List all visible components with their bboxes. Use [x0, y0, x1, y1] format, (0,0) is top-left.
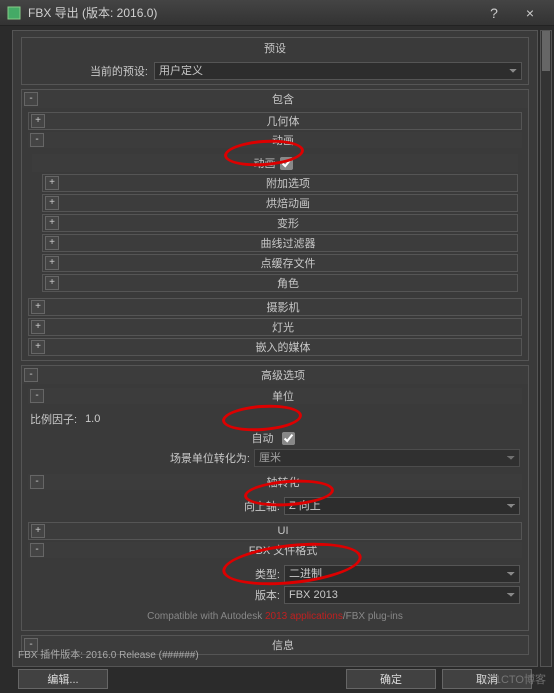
character-expander[interactable]: +: [45, 276, 59, 290]
upaxis-label: 向上轴:: [30, 498, 280, 514]
advanced-expander[interactable]: -: [24, 368, 38, 382]
ok-button[interactable]: 确定: [346, 669, 436, 689]
scale-row: 比例因子: 1.0: [30, 411, 520, 427]
bake-expander[interactable]: +: [45, 196, 59, 210]
auto-label: 自动: [252, 430, 274, 446]
include-expander[interactable]: -: [24, 92, 38, 106]
ui-expander[interactable]: +: [31, 524, 45, 538]
axis-expander[interactable]: -: [30, 475, 44, 489]
light-expander[interactable]: +: [31, 320, 45, 334]
app-icon: [6, 5, 22, 21]
axis-header: 轴转化: [44, 474, 522, 490]
version-select[interactable]: FBX 2013: [284, 586, 520, 604]
extra-header: 附加选项: [59, 175, 517, 191]
help-button[interactable]: ?: [476, 5, 512, 21]
media-header: 嵌入的媒体: [45, 339, 521, 355]
upaxis-select[interactable]: Z 向上: [284, 497, 520, 515]
ui-header: UI: [45, 525, 521, 537]
character-header: 角色: [59, 275, 517, 291]
window-title: FBX 导出 (版本: 2016.0): [28, 4, 476, 21]
animation-row: 动画: [32, 154, 518, 172]
filters-expander[interactable]: +: [45, 236, 59, 250]
preset-select[interactable]: 用户定义: [154, 62, 522, 80]
animation-expander[interactable]: -: [30, 133, 44, 147]
extra-expander[interactable]: +: [45, 176, 59, 190]
camera-expander[interactable]: +: [31, 300, 45, 314]
animation-checkbox[interactable]: [280, 157, 293, 170]
footer-bar: 编辑... 确定 取消: [12, 667, 538, 691]
scene-convert-label: 场景单位转化为:: [30, 450, 250, 466]
version-label: 版本:: [30, 587, 280, 603]
plugin-version-text: FBX 插件版本: 2016.0 Release (######): [18, 646, 199, 661]
scale-label: 比例因子:: [30, 411, 77, 427]
advanced-title: 高级选项: [38, 367, 528, 383]
bake-header: 烘焙动画: [59, 195, 517, 211]
geometry-expander[interactable]: +: [31, 114, 45, 128]
type-label: 类型:: [30, 566, 280, 582]
cache-header: 点缓存文件: [59, 255, 517, 271]
watermark-text: ©51CTO博客: [481, 671, 546, 687]
preset-group-title: 预设: [22, 38, 528, 58]
type-select[interactable]: 二进制: [284, 565, 520, 583]
cache-expander[interactable]: +: [45, 256, 59, 270]
auto-checkbox[interactable]: [282, 432, 295, 445]
include-title: 包含: [38, 91, 528, 107]
animation-header: 动画: [44, 132, 522, 148]
geometry-header: 几何体: [45, 113, 521, 129]
light-header: 灯光: [45, 319, 521, 335]
scale-value: 1.0: [85, 413, 100, 425]
scroll-area: 预设 当前的预设: 用户定义 - 包含 +几何体 -动画 动画: [13, 31, 537, 666]
units-header: 单位: [44, 388, 522, 404]
fbxformat-expander[interactable]: -: [30, 543, 44, 557]
edit-button[interactable]: 编辑...: [18, 669, 108, 689]
scene-convert-select[interactable]: 厘米: [254, 449, 520, 467]
include-group: - 包含 +几何体 -动画 动画 +附加选项 +烘焙动画 +变形 +曲线过滤器: [21, 89, 529, 361]
camera-header: 摄影机: [45, 299, 521, 315]
media-expander[interactable]: +: [31, 340, 45, 354]
close-button[interactable]: ×: [512, 5, 548, 21]
scrollbar-thumb[interactable]: [542, 31, 550, 71]
advanced-group: - 高级选项 -单位 比例因子: 1.0 自动 场景单位转化为:: [21, 365, 529, 631]
compat-text: Compatible with Autodesk 2013 applicatio…: [30, 607, 520, 626]
preset-label: 当前的预设:: [28, 63, 148, 79]
fbxformat-header: FBX 文件格式: [44, 542, 522, 558]
title-bar: FBX 导出 (版本: 2016.0) ? ×: [0, 0, 554, 26]
animation-checkbox-label: 动画: [254, 155, 276, 171]
preset-group: 预设 当前的预设: 用户定义: [21, 37, 529, 85]
dialog-body: 预设 当前的预设: 用户定义 - 包含 +几何体 -动画 动画: [12, 30, 538, 667]
filters-header: 曲线过滤器: [59, 235, 517, 251]
deform-expander[interactable]: +: [45, 216, 59, 230]
deform-header: 变形: [59, 215, 517, 231]
vertical-scrollbar[interactable]: [540, 30, 552, 667]
units-expander[interactable]: -: [30, 389, 44, 403]
